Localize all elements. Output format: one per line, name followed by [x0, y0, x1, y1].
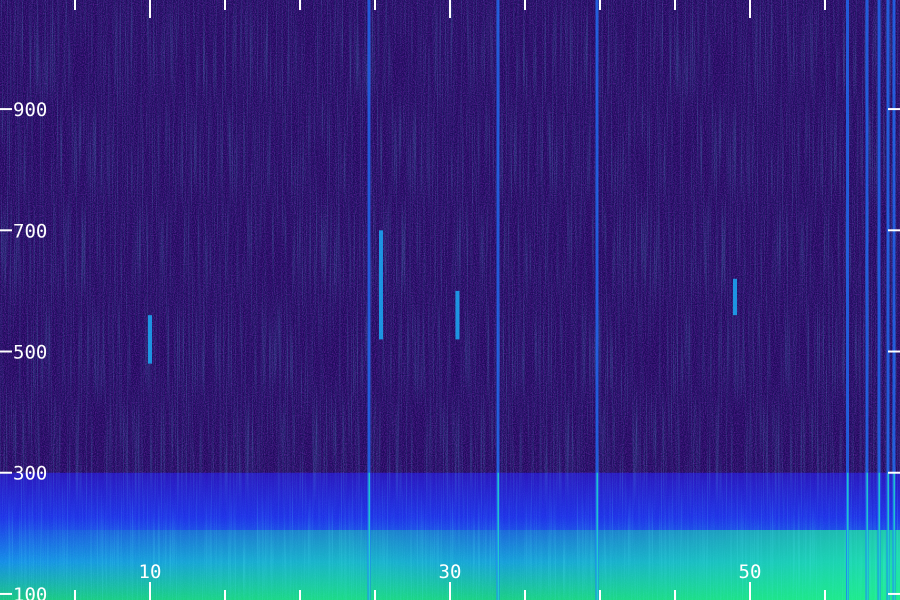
y-tick-label: 700: [13, 220, 47, 242]
y-tick-label: 900: [13, 99, 47, 121]
y-tick-label: 100: [13, 584, 47, 600]
signal-line-core: [887, 472, 889, 600]
signal-patch: [379, 230, 383, 340]
y-tick-label: 500: [13, 342, 47, 364]
signal-line-core: [878, 472, 880, 600]
signal-patch: [148, 315, 152, 364]
y-tick-label: 300: [13, 463, 47, 485]
signal-line-core: [497, 472, 499, 600]
signal-line-core: [596, 472, 598, 600]
signal-line-core: [866, 472, 868, 600]
x-tick-label: 10: [139, 561, 162, 583]
x-tick-label: 50: [739, 561, 762, 583]
spectrogram-chart: 100 300 500 700 900 10 30 50: [0, 0, 900, 600]
signal-line-core: [368, 472, 370, 600]
vertical-streak-texture: [0, 0, 900, 600]
signal-line-core: [893, 472, 895, 600]
signal-line-core: [847, 472, 849, 600]
signal-patch: [455, 290, 460, 340]
x-tick-label: 30: [439, 561, 462, 583]
signal-patch: [733, 278, 737, 316]
